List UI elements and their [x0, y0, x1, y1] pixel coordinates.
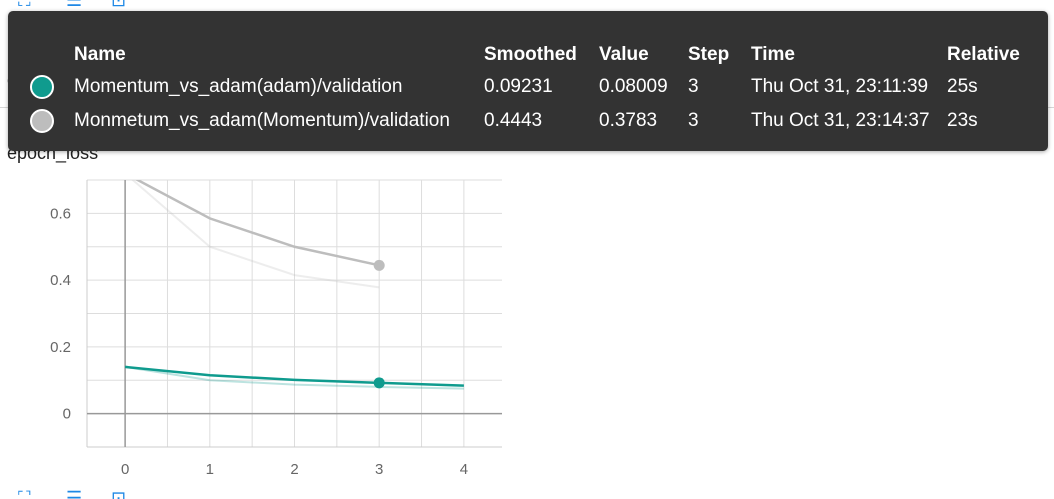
series-color-swatch: [30, 109, 54, 133]
fit-domain-icon[interactable]: ⛶: [18, 489, 31, 499]
row-relative: 25s: [947, 76, 978, 97]
row-time: Thu Oct 31, 23:11:39: [751, 76, 929, 97]
header-time: Time: [751, 44, 796, 65]
y-tick-label: 0.6: [50, 205, 71, 222]
row-time: Thu Oct 31, 23:14:37: [751, 110, 930, 131]
header-relative: Relative: [947, 44, 1020, 65]
row-value: 0.3783: [599, 110, 658, 131]
header-value: Value: [599, 44, 649, 65]
row-step: 3: [688, 76, 699, 97]
x-tick-label: 4: [460, 461, 468, 478]
row-name: Monmetum_vs_adam(Momentum)/validation: [74, 110, 450, 131]
row-name: Momentum_vs_adam(adam)/validation: [74, 76, 403, 97]
header-smoothed: Smoothed: [484, 44, 577, 65]
x-tick-label: 3: [375, 461, 383, 478]
y-tick-label: 0: [63, 406, 71, 423]
menu-icon[interactable]: ☰: [66, 489, 82, 499]
expand-icon[interactable]: ⊡: [111, 489, 126, 499]
x-tick-label: 0: [121, 461, 129, 478]
header-step: Step: [688, 44, 730, 65]
series-color-swatch: [30, 75, 54, 99]
row-relative: 23s: [947, 110, 978, 131]
row-step: 3: [688, 110, 699, 131]
row-smoothed: 0.09231: [484, 76, 553, 97]
x-tick-label: 2: [290, 461, 298, 478]
x-tick-label: 1: [206, 461, 214, 478]
y-tick-label: 0.4: [50, 272, 71, 289]
series-highlight-point: [373, 377, 385, 389]
row-smoothed: 0.4443: [484, 110, 543, 131]
series-highlight-point: [373, 259, 385, 271]
y-tick-label: 0.2: [50, 339, 71, 356]
tooltip-panel: Name Smoothed Value Step Time Relative M…: [8, 11, 1048, 151]
header-name: Name: [74, 44, 126, 65]
row-value: 0.08009: [599, 76, 668, 97]
